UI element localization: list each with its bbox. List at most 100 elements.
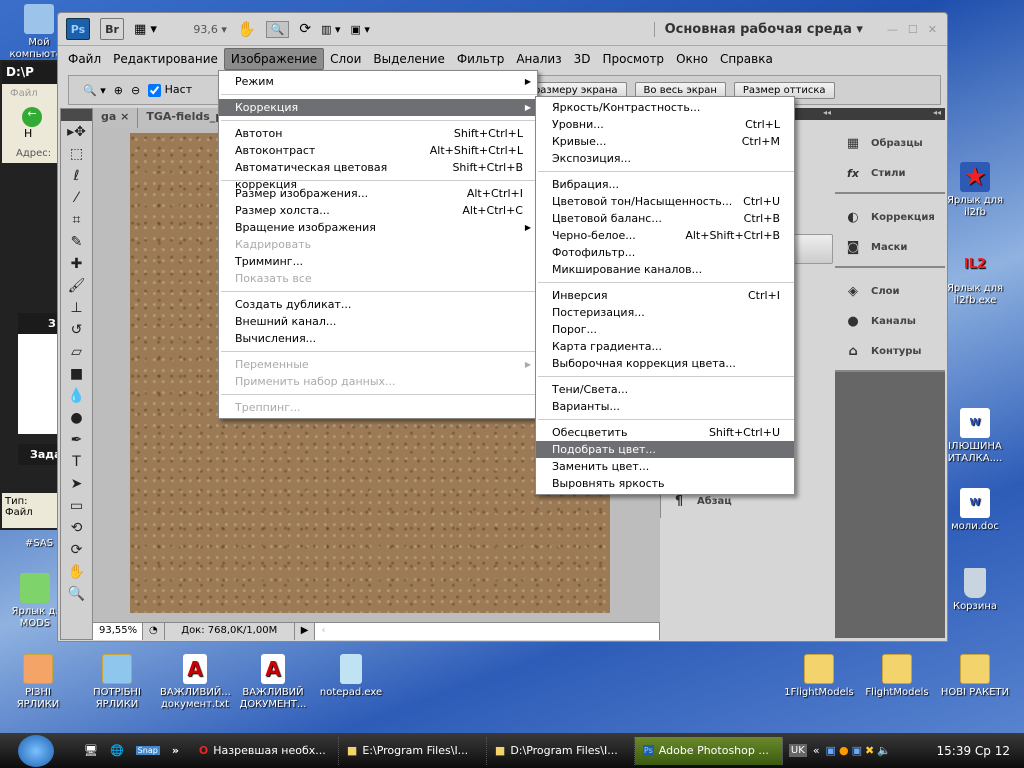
magic-wand-tool-icon[interactable]: ⁄ (61, 187, 92, 209)
menu-item[interactable]: Тримминг... (219, 253, 537, 270)
zoom-tool-icon[interactable]: 🔍 (265, 20, 290, 38)
panel-styles[interactable]: fx Стили (835, 158, 945, 188)
menu-item[interactable]: Вращение изображения ▶ (219, 219, 537, 236)
zoom-level-dropdown[interactable]: 93,6 ▾ (167, 23, 227, 36)
panel-layers[interactable]: ◈ Слои (835, 276, 945, 306)
menu-item[interactable]: Обесцветить Shift+Ctrl+U (536, 424, 794, 441)
maximize-button[interactable]: ☐ (908, 23, 918, 36)
menu-item[interactable]: Черно-белое... Alt+Shift+Ctrl+B (536, 227, 794, 244)
panel-channels[interactable]: ● Каналы (835, 306, 945, 336)
menu-1[interactable]: Редактирование (107, 49, 224, 69)
snap-icon[interactable]: Snap (135, 746, 160, 755)
menu-item[interactable]: Автоматическая цветовая коррекция Shift+C… (219, 159, 537, 191)
menu-item[interactable]: Тени/Света... (536, 381, 794, 398)
healing-brush-icon[interactable]: ✚ (61, 253, 92, 275)
eraser-tool-icon[interactable]: ▱ (61, 341, 92, 363)
menu-item[interactable]: Цветовой баланс... Ctrl+B (536, 210, 794, 227)
menu-8[interactable]: Просмотр (596, 49, 670, 69)
menu-item[interactable]: Выровнять яркость (536, 475, 794, 492)
desktop-icon-notepad[interactable]: notepad.exe (316, 654, 386, 699)
status-info-icon[interactable]: ◔ (143, 623, 165, 640)
explorer-window[interactable]: D:\P Файл ← Н Адрес: З Зада Тип: Файл (0, 60, 78, 530)
start-button[interactable] (18, 734, 54, 767)
mini-bridge-button[interactable]: ▦ ▾ (134, 22, 157, 37)
menu-5[interactable]: Фильтр (451, 49, 510, 69)
hand-tool-icon[interactable]: ✋ (237, 20, 256, 38)
menu-item[interactable]: Создать дубликат... (219, 296, 537, 313)
quicklaunch-more[interactable]: » (172, 744, 179, 757)
brush-tool-icon[interactable]: 🖌 (61, 275, 92, 297)
taskbar-explorer-d[interactable]: ■ D:\Program Files\I... (487, 736, 635, 765)
pen-tool-icon[interactable]: ✒ (61, 429, 92, 451)
clone-stamp-icon[interactable]: ⊥ (61, 297, 92, 319)
desktop-icon-doc-2[interactable]: A ВАЖЛИВИЙ ДОКУМЕНТ... (238, 654, 308, 711)
menu-item[interactable]: Цветовой тон/Насыщенность... Ctrl+U (536, 193, 794, 210)
zoom-tool-icon[interactable]: 🔍 (61, 583, 92, 605)
gradient-tool-icon[interactable]: ■ (61, 363, 92, 385)
desktop-icon-folder-1[interactable]: РІЗНІ ЯРЛИКИ (3, 654, 73, 711)
menu-item[interactable]: Размер изображения... Alt+Ctrl+I (219, 185, 537, 202)
zoom-tool-preset-icon[interactable]: 🔍 ▾ (83, 84, 106, 97)
taskbar-explorer-e[interactable]: ■ E:\Program Files\I... (339, 736, 487, 765)
menu-item[interactable]: Микширование каналов... (536, 261, 794, 278)
menu-item[interactable]: Уровни... Ctrl+L (536, 116, 794, 133)
dodge-tool-icon[interactable]: ● (61, 407, 92, 429)
history-brush-icon[interactable]: ↺ (61, 319, 92, 341)
menu-item[interactable]: Размер холста... Alt+Ctrl+C (219, 202, 537, 219)
resize-windows-checkbox[interactable]: Наст (148, 83, 192, 97)
menu-item[interactable]: Экспозиция... (536, 150, 794, 167)
desktop-icon-word-doc2[interactable]: Wмоли.doc (940, 488, 1010, 533)
menu-7[interactable]: 3D (568, 49, 597, 69)
menu-item[interactable]: Заменить цвет... (536, 458, 794, 475)
panel-swatches[interactable]: ▦ Образцы (835, 128, 945, 158)
status-menu-arrow[interactable]: ▶ (295, 623, 316, 640)
desktop-icon-folder-3[interactable]: 1FlightModels (784, 654, 854, 699)
desktop-icon-folder-5[interactable]: НОВІ РАКЕТИ (940, 654, 1010, 699)
menu-item[interactable]: Внешний канал... (219, 313, 537, 330)
menu-item[interactable]: Режим ▶ (219, 73, 537, 90)
explorer-menu-file[interactable]: Файл (2, 84, 60, 103)
workspace-switcher[interactable]: Основная рабочая среда ▾ (653, 21, 863, 37)
menu-item[interactable]: Кривые... Ctrl+M (536, 133, 794, 150)
menu-item[interactable]: Коррекция ▶ (219, 99, 537, 116)
path-selection-icon[interactable]: ➤ (61, 473, 92, 495)
rotate-view-icon[interactable]: ⟳ (299, 21, 311, 37)
menu-item[interactable]: Вибрация... (536, 176, 794, 193)
taskbar-opera[interactable]: O Назревшая необх... (191, 736, 339, 765)
crop-tool-icon[interactable]: ⌗ (61, 209, 92, 231)
browser-icon[interactable]: 🌐 (110, 744, 124, 757)
desktop-icon-recycle-bin[interactable]: Корзина (940, 568, 1010, 613)
arrange-documents-icon[interactable]: ▥ ▾ (321, 23, 340, 36)
zoom-out-icon[interactable]: ⊖ (131, 84, 140, 97)
type-tool-icon[interactable]: T (61, 451, 92, 473)
menu-item[interactable]: Автотон Shift+Ctrl+L (219, 125, 537, 142)
menu-item[interactable]: Фотофильтр... (536, 244, 794, 261)
explorer-back-button[interactable]: ← Н (2, 103, 60, 144)
menu-10[interactable]: Справка (714, 49, 779, 69)
menu-item[interactable]: Подобрать цвет... (536, 441, 794, 458)
menu-2[interactable]: Изображение (223, 47, 325, 70)
tray-expand[interactable]: « (813, 744, 820, 757)
move-tool-icon[interactable]: ▸✥ (61, 121, 92, 143)
desktop-icon-folder-2[interactable]: ПОТРІБНІ ЯРЛИКИ (82, 654, 152, 711)
bridge-button[interactable]: Br (100, 18, 124, 40)
menu-item[interactable]: Инверсия Ctrl+I (536, 287, 794, 304)
minimize-button[interactable]: — (887, 23, 898, 36)
close-button[interactable]: ✕ (928, 23, 937, 36)
desktop-icon-il2fb-exe[interactable]: IL2 Ярлык для il2fb.exe (940, 250, 1010, 307)
menu-0[interactable]: Файл (62, 49, 107, 69)
status-zoom[interactable]: 93,55% (93, 623, 143, 640)
show-desktop-icon[interactable]: 🖥 (84, 744, 98, 757)
menu-item[interactable]: Карта градиента... (536, 338, 794, 355)
desktop-icon-folder-4[interactable]: FlightModels (862, 654, 932, 699)
lasso-tool-icon[interactable]: ℓ (61, 165, 92, 187)
menu-item[interactable]: Яркость/Контрастность... (536, 99, 794, 116)
shape-tool-icon[interactable]: ▭ (61, 495, 92, 517)
menu-item[interactable]: Порог... (536, 321, 794, 338)
menu-4[interactable]: Выделение (367, 49, 450, 69)
3d-orbit-icon[interactable]: ⟳ (61, 539, 92, 561)
screen-mode-icon[interactable]: ▣ ▾ (351, 23, 370, 36)
zoom-in-icon[interactable]: ⊕ (114, 84, 123, 97)
document-tab[interactable]: ga × (93, 108, 139, 128)
tray-icons[interactable]: ▣●▣✖🔈 (826, 744, 894, 757)
